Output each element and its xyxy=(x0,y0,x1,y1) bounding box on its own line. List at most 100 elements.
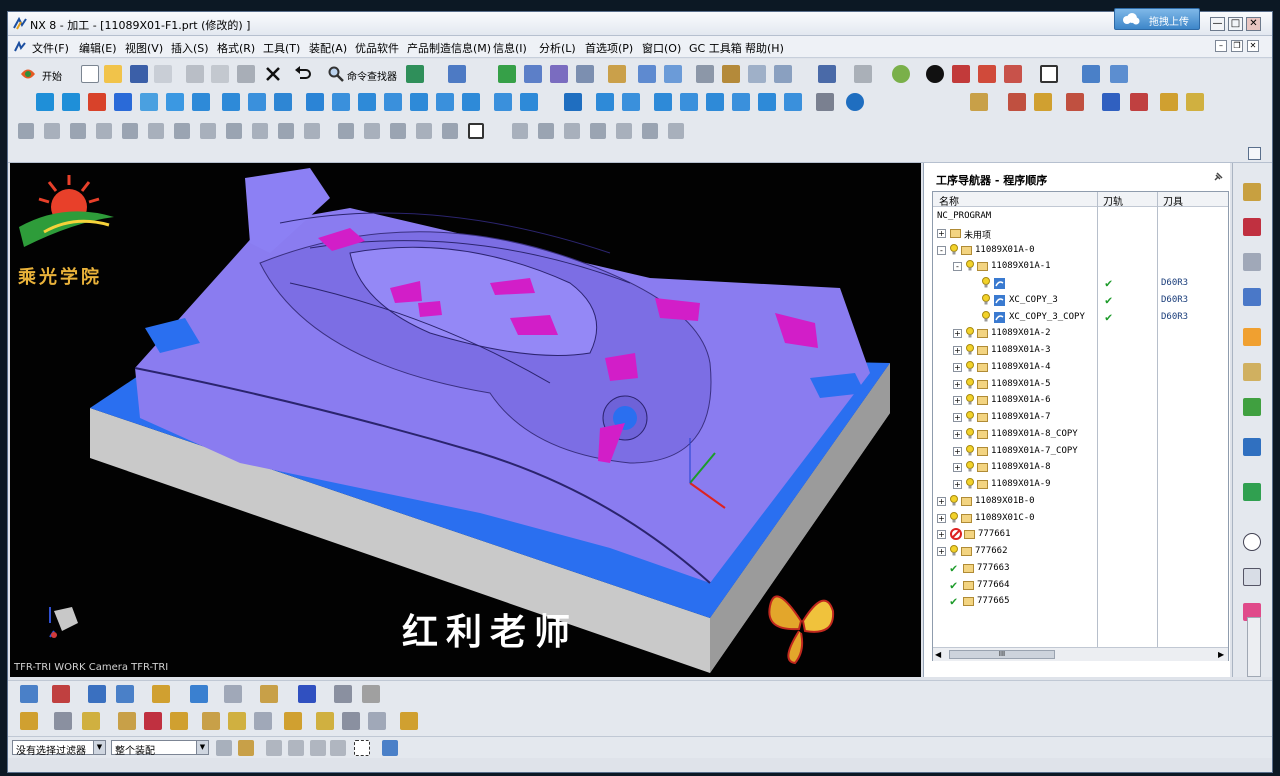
menu-window[interactable]: 窗口(O) xyxy=(642,40,681,56)
solid-profile-icon[interactable] xyxy=(494,93,512,111)
expand-icon[interactable]: + xyxy=(937,530,946,540)
expand-icon[interactable]: + xyxy=(953,480,962,489)
assembly-14-icon[interactable] xyxy=(400,712,418,730)
edit-tool-10-icon[interactable] xyxy=(252,123,268,139)
settings-gear-icon[interactable] xyxy=(846,93,864,111)
navigator-row[interactable]: XC_COPY_3_COPY ✔ D60R3 xyxy=(933,309,1228,326)
view-cube-2-icon[interactable] xyxy=(978,65,996,83)
snap-center-icon[interactable] xyxy=(1066,93,1084,111)
navigator-row[interactable]: +11089X01A-9 xyxy=(933,476,1228,493)
edit-tool-24-icon[interactable] xyxy=(668,123,684,139)
navigator-row[interactable]: XC_COPY_3 ✔ D60R3 xyxy=(933,292,1228,309)
create-geometry-icon[interactable] xyxy=(774,65,792,83)
render-style-icon[interactable] xyxy=(854,65,872,83)
column-tool[interactable]: 刀具 xyxy=(1163,193,1183,208)
flowcut-icon[interactable] xyxy=(436,93,454,111)
start-button[interactable]: 开始 xyxy=(42,68,62,83)
minimize-button[interactable]: — xyxy=(1210,17,1225,31)
pin-icon[interactable] xyxy=(1213,172,1223,182)
assembly-6-icon[interactable] xyxy=(170,712,188,730)
edit-tool-2-icon[interactable] xyxy=(44,123,60,139)
expand-icon[interactable]: + xyxy=(953,429,962,439)
edit-tool-9-icon[interactable] xyxy=(226,123,242,139)
scroll-right-icon[interactable]: ▶ xyxy=(1218,650,1224,659)
utility-6-icon[interactable] xyxy=(190,685,208,703)
upload-button[interactable]: 拖拽上传 xyxy=(1114,8,1200,30)
mdi-minimize-button[interactable]: – xyxy=(1215,40,1227,52)
edit-tool-7-icon[interactable] xyxy=(174,123,190,139)
machine-icon[interactable] xyxy=(816,93,834,111)
navigator-row[interactable]: ✔ D60R3 xyxy=(933,275,1228,292)
assembly-12-icon[interactable] xyxy=(342,712,360,730)
menu-tools[interactable]: 工具(T) xyxy=(263,40,300,56)
expand-icon[interactable]: + xyxy=(937,547,946,556)
refresh-icon[interactable] xyxy=(406,65,424,83)
utility-2-icon[interactable] xyxy=(52,685,70,703)
program-order-nav-icon[interactable] xyxy=(1243,288,1261,306)
clock-icon[interactable] xyxy=(1243,533,1261,551)
roles-icon[interactable] xyxy=(1243,568,1261,586)
column-toolpath[interactable]: 刀轨 xyxy=(1103,193,1123,208)
tool-view-icon[interactable] xyxy=(638,65,656,83)
menu-assembly[interactable]: 装配(A) xyxy=(309,40,347,56)
menu-pmi[interactable]: 产品制造信息(M) xyxy=(407,40,491,56)
blue-square-icon[interactable] xyxy=(114,93,132,111)
assembly-13-icon[interactable] xyxy=(368,712,386,730)
measure-angle-icon[interactable] xyxy=(1186,93,1204,111)
utility-1-icon[interactable] xyxy=(20,685,38,703)
menu-gc-toolbox[interactable]: GC 工具箱 xyxy=(689,40,742,56)
snap-end-icon[interactable] xyxy=(1008,93,1026,111)
yin-yang-icon[interactable] xyxy=(926,65,944,83)
snap-point-icon[interactable] xyxy=(970,93,988,111)
operation-e-icon[interactable] xyxy=(706,93,724,111)
navigator-row[interactable]: +11089X01A-3 xyxy=(933,342,1228,359)
box-select-icon[interactable] xyxy=(354,740,370,756)
web-browser-icon[interactable] xyxy=(1243,438,1261,456)
edit-tool-15-icon[interactable] xyxy=(390,123,406,139)
expand-icon[interactable]: + xyxy=(953,362,962,372)
method-view-icon[interactable] xyxy=(696,65,714,83)
machine-tool-nav-icon[interactable] xyxy=(1243,183,1261,201)
annotation-icon[interactable] xyxy=(334,685,352,703)
operation-a-icon[interactable] xyxy=(596,93,614,111)
navigator-row[interactable]: +11089X01A-8_COPY xyxy=(933,426,1228,443)
background-icon[interactable] xyxy=(1040,65,1058,83)
navigator-row[interactable]: +11089X01A-4 xyxy=(933,359,1228,376)
cut-icon[interactable] xyxy=(186,65,204,83)
geometry-nav-icon[interactable] xyxy=(1243,218,1261,236)
wcs-icon[interactable] xyxy=(1082,65,1100,83)
select-mode-4-icon[interactable] xyxy=(330,740,346,756)
expand-icon[interactable]: + xyxy=(953,446,962,456)
fixed-contour-icon[interactable] xyxy=(306,93,324,111)
edit-tool-4-icon[interactable] xyxy=(96,123,112,139)
column-name[interactable]: 名称 xyxy=(939,193,959,208)
edit-tool-13-icon[interactable] xyxy=(338,123,354,139)
menu-view[interactable]: 视图(V) xyxy=(125,40,163,56)
navigator-row[interactable]: +777661 xyxy=(933,526,1228,543)
edit-tool-22-icon[interactable] xyxy=(616,123,632,139)
contour-surface-icon[interactable] xyxy=(358,93,376,111)
new-file-icon[interactable] xyxy=(81,65,99,83)
plunge-mill-icon[interactable] xyxy=(166,93,184,111)
zlevel-corner-icon[interactable] xyxy=(274,93,292,111)
copy-icon[interactable] xyxy=(211,65,229,83)
menu-analysis[interactable]: 分析(L) xyxy=(539,40,576,56)
menu-youpin[interactable]: 优品软件 xyxy=(355,40,399,56)
fullscreen-icon[interactable] xyxy=(1248,147,1261,160)
post-process-icon[interactable] xyxy=(550,65,568,83)
cavity-mill-icon[interactable] xyxy=(140,93,158,111)
contour-area-icon[interactable] xyxy=(332,93,350,111)
delete-icon[interactable] xyxy=(265,66,281,82)
resource-scrollbar[interactable] xyxy=(1247,617,1261,677)
navigator-row[interactable]: +11089X01A-7 xyxy=(933,409,1228,426)
mdi-close-button[interactable]: ✕ xyxy=(1247,40,1259,52)
navigator-row[interactable]: +11089X01A-6 xyxy=(933,392,1228,409)
navigator-row[interactable]: ✔ 777663 xyxy=(933,560,1228,577)
edit-tool-21-icon[interactable] xyxy=(590,123,606,139)
filter-reset-icon[interactable] xyxy=(216,740,232,756)
streamline-icon[interactable] xyxy=(384,93,402,111)
edit-tool-18-icon[interactable] xyxy=(512,123,528,139)
shop-doc-icon[interactable] xyxy=(576,65,594,83)
history-icon[interactable] xyxy=(1243,483,1261,501)
edit-tool-5-icon[interactable] xyxy=(122,123,138,139)
